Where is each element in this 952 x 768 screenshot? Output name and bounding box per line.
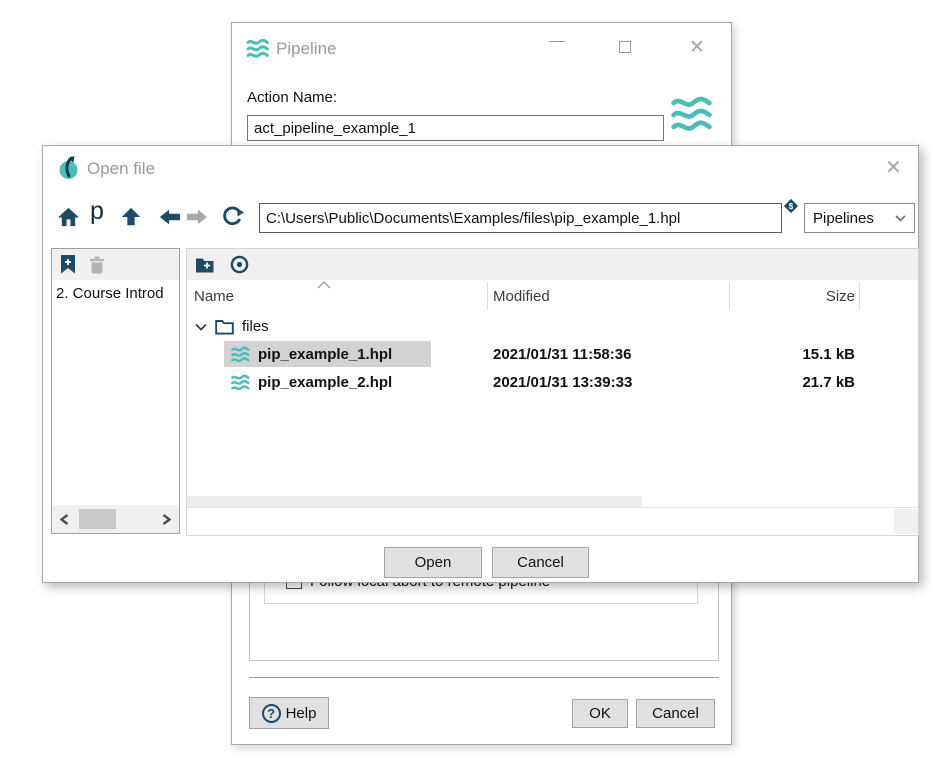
- ok-button[interactable]: OK: [572, 699, 628, 728]
- pipeline-waves-icon-large: [670, 94, 714, 136]
- file-modified: 2021/01/31 13:39:33: [493, 374, 632, 391]
- bookmarks-hscrollbar[interactable]: [52, 505, 179, 533]
- table-header-row: Name Modified Size: [187, 280, 918, 312]
- open-cancel-button[interactable]: Cancel: [492, 547, 589, 578]
- maximize-icon[interactable]: [619, 41, 631, 53]
- help-icon: ?: [262, 704, 281, 723]
- minimize-icon[interactable]: [549, 41, 565, 42]
- folder-row-files[interactable]: files: [187, 313, 918, 340]
- bottom-separator: [249, 677, 719, 678]
- open-file-dialog: Open file ✕ p $ Pipelines: [42, 145, 919, 583]
- file-size: 21.7 kB: [747, 374, 855, 391]
- scroll-right-icon[interactable]: [162, 514, 171, 525]
- help-button-label: Help: [286, 705, 317, 722]
- pipeline-cancel-button[interactable]: Cancel: [636, 699, 715, 728]
- ok-button-label: OK: [589, 705, 611, 722]
- folder-icon: [215, 319, 234, 335]
- file-size: 15.1 kB: [747, 346, 855, 363]
- action-name-label: Action Name:: [247, 89, 337, 106]
- scroll-thumb[interactable]: [79, 509, 116, 529]
- open-button-label: Open: [415, 554, 452, 571]
- back-arrow-icon[interactable]: [159, 207, 181, 227]
- file-type-dropdown[interactable]: Pipelines: [804, 203, 915, 233]
- open-dialog-title: Open file: [87, 159, 155, 179]
- column-separator[interactable]: [729, 282, 730, 310]
- tree-expand-icon[interactable]: [195, 323, 207, 331]
- project-home-icon[interactable]: p: [90, 199, 104, 224]
- file-browser-panel: Name Modified Size files: [186, 248, 919, 536]
- pipeline-dialog-title: Pipeline: [276, 39, 337, 59]
- file-name: pip_example_2.hpl: [258, 374, 392, 391]
- forward-arrow-icon[interactable]: [186, 207, 208, 227]
- scroll-left-icon[interactable]: [60, 514, 69, 525]
- sort-asc-icon: [317, 281, 331, 289]
- pipeline-cancel-button-label: Cancel: [652, 705, 699, 722]
- column-separator[interactable]: [487, 282, 488, 310]
- svg-text:$: $: [789, 202, 794, 211]
- open-close-icon[interactable]: ✕: [885, 158, 902, 178]
- pipeline-file-icon: [230, 374, 251, 392]
- folder-name-label: files: [242, 318, 269, 335]
- file-browser-toolbar: [187, 249, 918, 280]
- home-icon[interactable]: [57, 206, 80, 229]
- table-hscrollbar[interactable]: [187, 496, 918, 507]
- new-folder-icon[interactable]: [195, 256, 216, 273]
- up-arrow-icon[interactable]: [120, 206, 142, 228]
- delete-bookmark-icon[interactable]: [89, 256, 105, 274]
- column-header-name[interactable]: Name: [194, 288, 234, 305]
- column-header-size[interactable]: Size: [747, 288, 855, 305]
- file-name: pip_example_1.hpl: [258, 346, 392, 363]
- table-footer-strip: [187, 507, 918, 535]
- file-type-dropdown-value: Pipelines: [813, 210, 874, 227]
- bookmark-item[interactable]: 2. Course Introd: [52, 282, 179, 305]
- add-bookmark-icon[interactable]: [60, 255, 76, 274]
- refresh-icon[interactable]: [221, 205, 244, 228]
- file-modified: 2021/01/31 11:58:36: [493, 346, 631, 363]
- file-path-input[interactable]: [259, 203, 782, 233]
- scrollbar-corner: [894, 509, 918, 534]
- open-cancel-button-label: Cancel: [517, 554, 564, 571]
- pipeline-waves-icon: [246, 38, 270, 60]
- hop-drop-icon: [57, 155, 80, 181]
- pipeline-close-icon[interactable]: ✕: [689, 38, 705, 57]
- pipeline-file-icon: [230, 346, 251, 364]
- table-hscroll-thumb[interactable]: [187, 496, 642, 507]
- bookmarks-panel: 2. Course Introd: [51, 248, 180, 534]
- bookmarks-toolbar: [52, 249, 179, 280]
- variable-icon[interactable]: $: [783, 198, 799, 214]
- help-button[interactable]: ? Help: [249, 697, 329, 729]
- column-header-modified[interactable]: Modified: [493, 288, 550, 305]
- file-row-selected[interactable]: pip_example_1.hpl 2021/01/31 11:58:36 15…: [187, 341, 918, 368]
- action-name-input[interactable]: [247, 115, 664, 141]
- chevron-down-icon: [895, 215, 906, 222]
- open-button[interactable]: Open: [384, 547, 482, 578]
- column-separator[interactable]: [859, 282, 860, 310]
- file-row[interactable]: pip_example_2.hpl 2021/01/31 13:39:33 21…: [187, 369, 918, 396]
- show-hidden-eye-icon[interactable]: [230, 255, 249, 274]
